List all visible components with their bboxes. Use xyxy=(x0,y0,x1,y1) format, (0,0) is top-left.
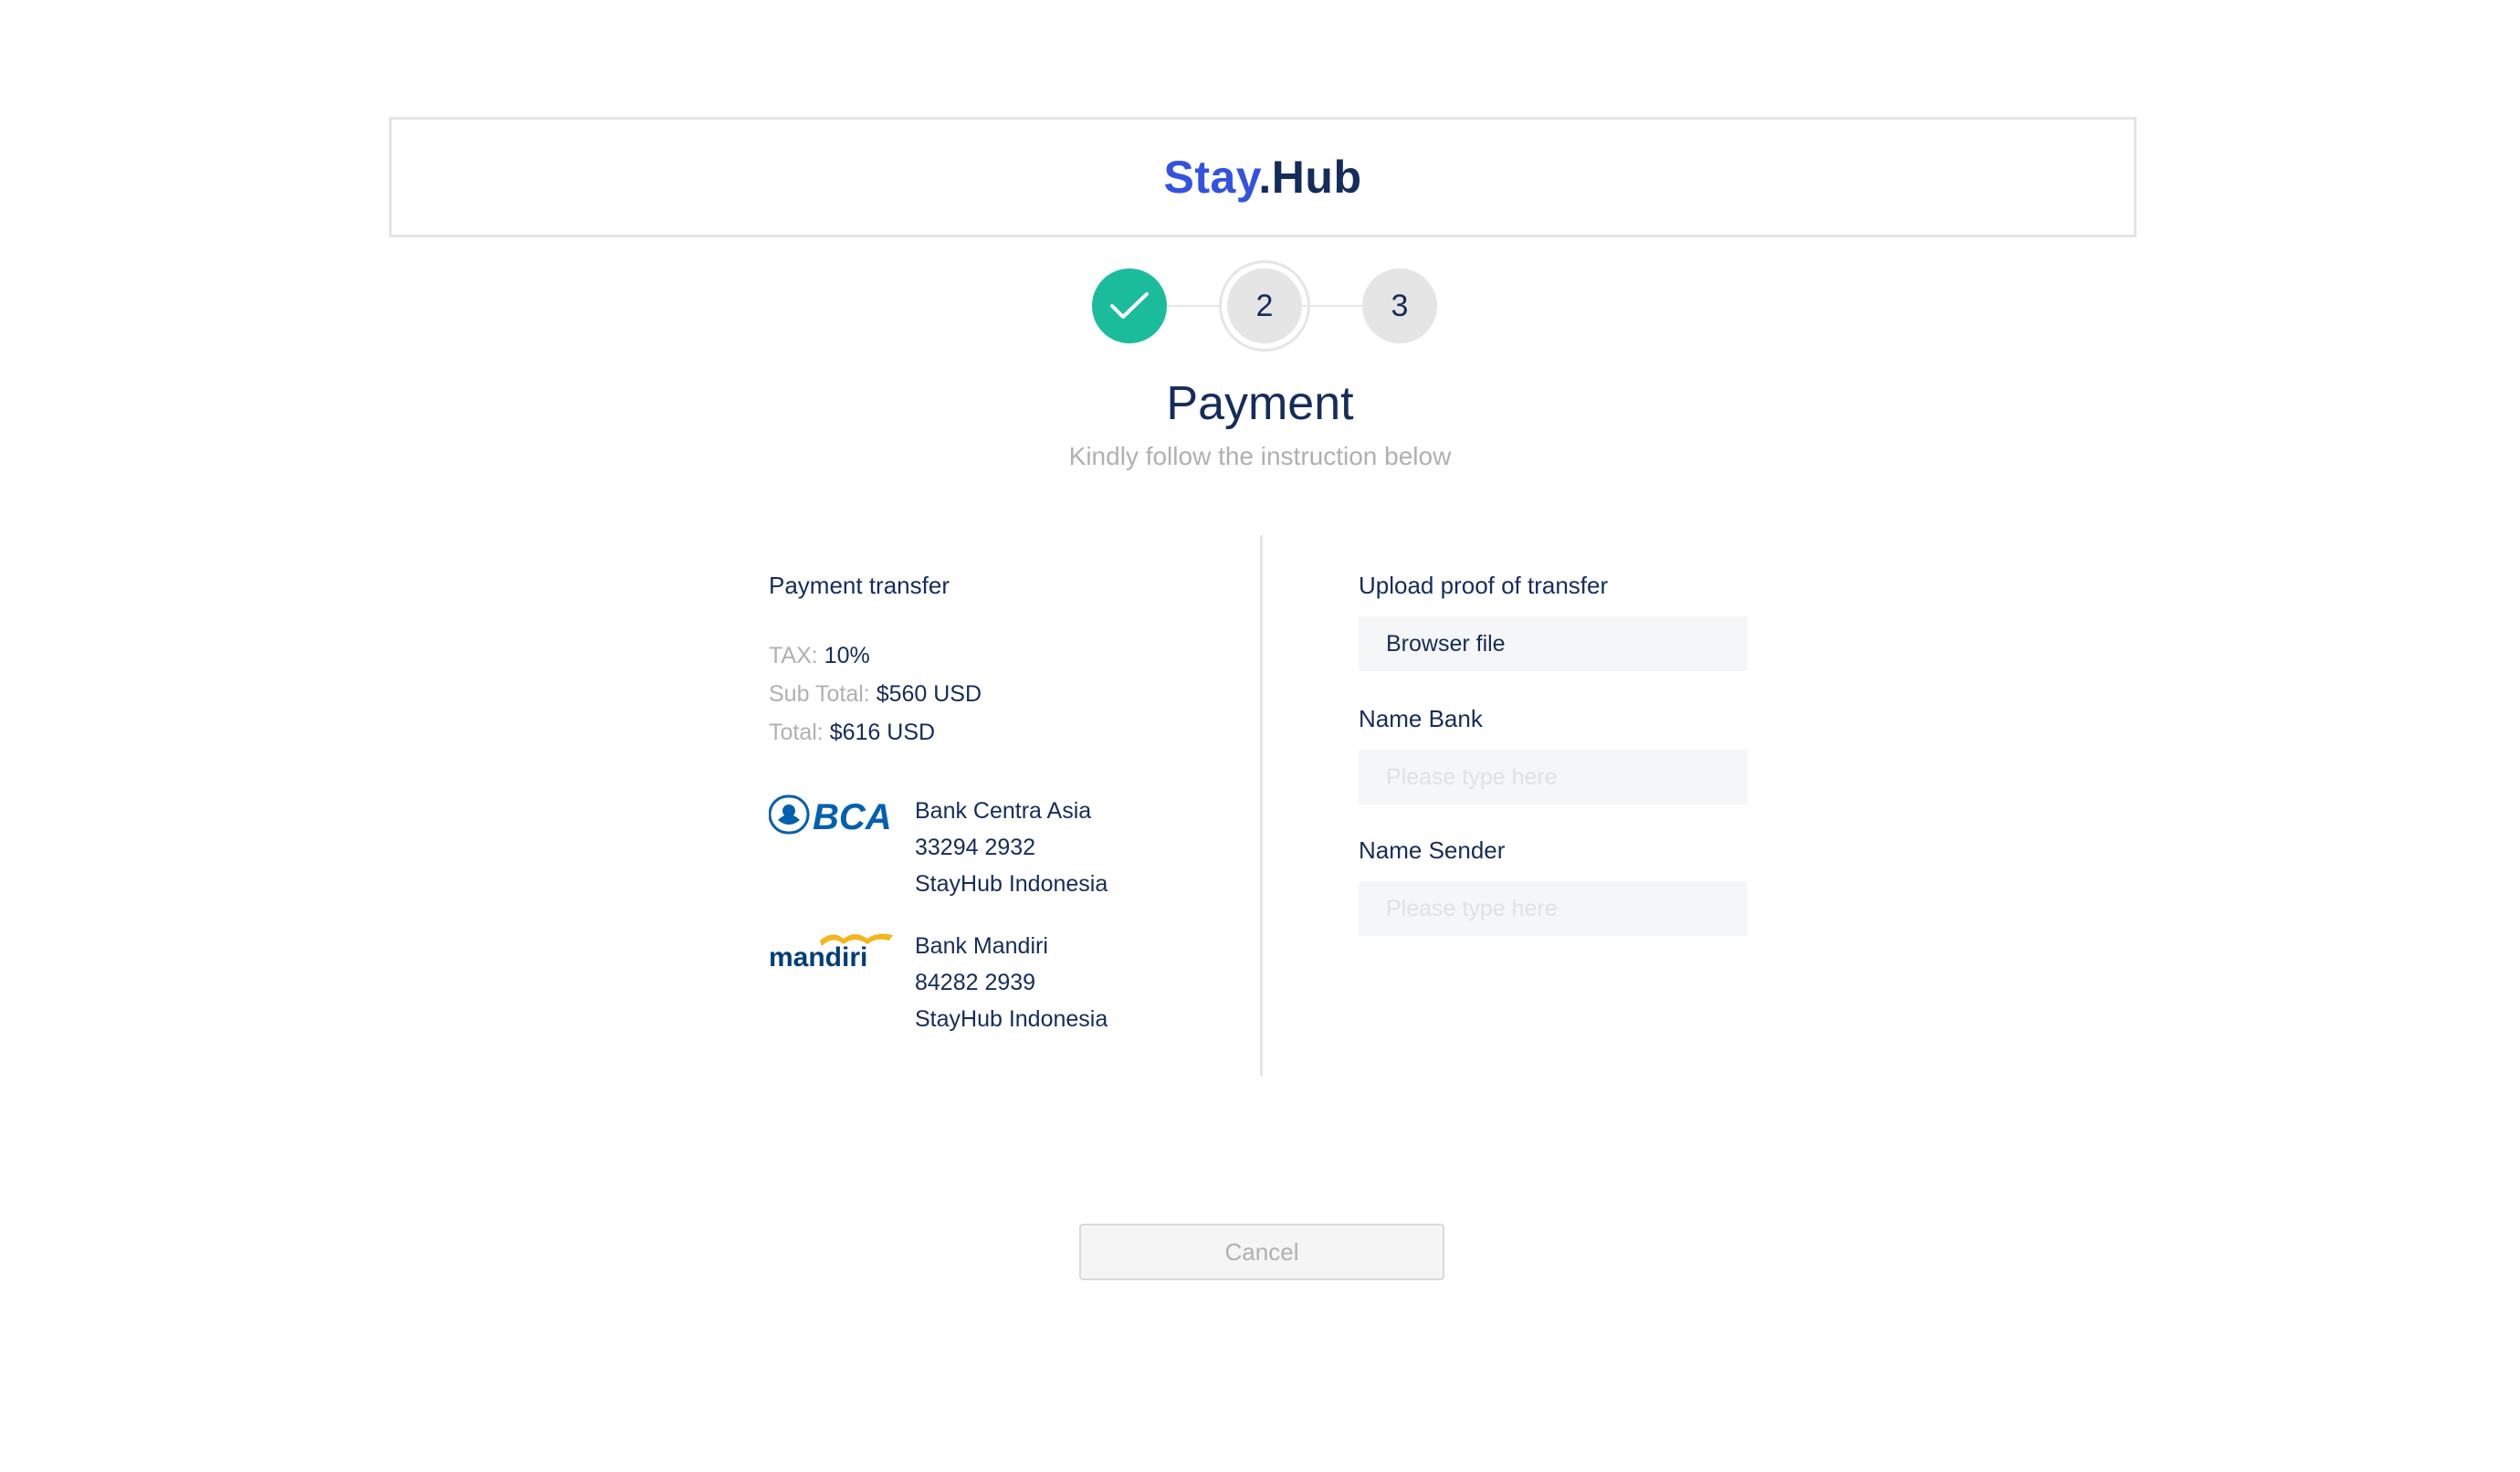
tax-value: 10% xyxy=(824,643,870,668)
subtotal-value: $560 USD xyxy=(876,681,982,707)
step-1-done xyxy=(1092,268,1167,343)
transfer-form: Upload proof of transfer Browser file Na… xyxy=(1359,572,1751,936)
sender-name-label: Name Sender xyxy=(1359,836,1506,864)
sender-name-group: Name Sender Please type here xyxy=(1359,836,1748,936)
page-title: Payment xyxy=(1166,377,1354,430)
step-2-current: 2 xyxy=(1227,268,1302,343)
stepper-connector xyxy=(1167,305,1227,307)
mandiri-info: Bank Mandiri 84282 2939 StayHub Indonesi… xyxy=(915,928,1108,1037)
mandiri-logo: mandiri xyxy=(769,928,915,983)
total-label: Total: xyxy=(769,720,830,745)
bank-account-holder: StayHub Indonesia xyxy=(915,871,1108,897)
bank-name-input[interactable]: Please type here xyxy=(1359,750,1748,804)
bank-name: Bank Centra Asia xyxy=(915,798,1092,824)
brand-logo-part1: Stay xyxy=(1163,152,1259,203)
subtotal-label: Sub Total: xyxy=(769,681,877,707)
svg-text:mandiri: mandiri xyxy=(769,942,867,972)
bank-account-number: 33294 2932 xyxy=(915,835,1036,860)
price-summary: TAX: 10% Sub Total: $560 USD Total: $616… xyxy=(769,636,1225,752)
tax-label: TAX: xyxy=(769,643,824,668)
bank-name-group: Name Bank Please type here xyxy=(1359,705,1748,804)
bank-account-number: 84282 2939 xyxy=(915,970,1036,995)
browse-file-button[interactable]: Browser file xyxy=(1359,616,1748,671)
bank-bca: BCA Bank Centra Asia 33294 2932 StayHub … xyxy=(768,793,1108,902)
bank-name-label: Name Bank xyxy=(1359,705,1483,732)
checkmark-icon xyxy=(1110,292,1149,319)
bank-account-holder: StayHub Indonesia xyxy=(915,1006,1108,1032)
tax-row: TAX: 10% xyxy=(769,636,1225,675)
stepper: 2 3 xyxy=(1092,268,1437,343)
stepper-connector xyxy=(1302,305,1362,307)
header: Stay.Hub xyxy=(389,117,2137,237)
page-subtitle: Kindly follow the instruction below xyxy=(1068,442,1452,470)
svg-text:BCA: BCA xyxy=(813,797,892,836)
brand-logo[interactable]: Stay.Hub xyxy=(1164,151,1362,204)
checkout-page: Stay.Hub 2 3 Payment Kindly follow the i… xyxy=(0,0,2520,1472)
brand-logo-part2: .Hub xyxy=(1258,152,1362,203)
upload-label: Upload proof of transfer xyxy=(1359,572,1609,599)
payment-transfer-heading: Payment transfer xyxy=(769,572,950,599)
sender-name-input[interactable]: Please type here xyxy=(1359,881,1748,936)
total-value: $616 USD xyxy=(829,720,936,745)
total-row: Total: $616 USD xyxy=(769,713,1225,752)
bca-info: Bank Centra Asia 33294 2932 StayHub Indo… xyxy=(915,793,1108,902)
step-3-pending: 3 xyxy=(1362,268,1437,343)
cancel-button[interactable]: Cancel xyxy=(1079,1224,1444,1280)
upload-group: Upload proof of transfer Browser file xyxy=(1359,572,1751,671)
subtotal-row: Sub Total: $560 USD xyxy=(769,675,1225,713)
bca-logo: BCA xyxy=(768,793,915,847)
payment-details: Payment transfer TAX: 10% Sub Total: $56… xyxy=(768,572,1225,1032)
bank-name: Bank Mandiri xyxy=(915,933,1048,959)
bank-mandiri: mandiri Bank Mandiri 84282 2939 StayHub … xyxy=(769,928,1108,1037)
column-divider xyxy=(1260,535,1263,1076)
